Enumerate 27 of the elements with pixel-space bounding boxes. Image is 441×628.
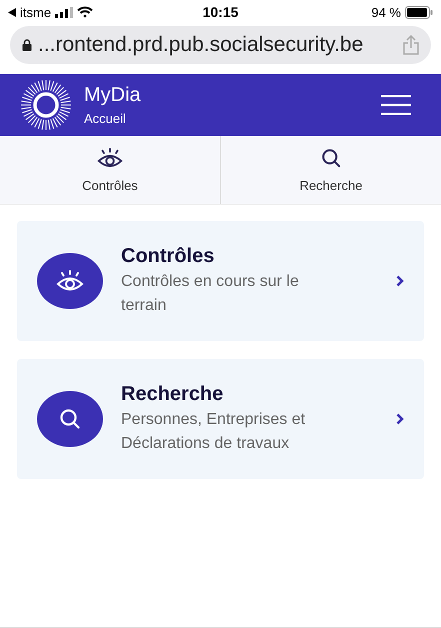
battery-icon: [405, 6, 433, 18]
app-title: MyDia: [84, 84, 142, 107]
sun-logo: [20, 79, 72, 131]
lock-icon: [22, 39, 32, 51]
menu-card[interactable]: Contrôles Contrôles en cours sur le terrain: [17, 221, 424, 341]
battery-percentage: 94 %: [371, 4, 401, 20]
back-arrow-icon[interactable]: [8, 8, 16, 16]
nav-tab[interactable]: Contrôles: [0, 136, 220, 204]
card-title: Contrôles: [121, 244, 216, 268]
signal-icon: [55, 6, 74, 18]
page-subtitle: Accueil: [84, 111, 127, 126]
chevron-right-icon: [396, 275, 404, 287]
clock-time: 10:15: [202, 4, 238, 20]
card-description: Contrôles en cours sur le terrain: [121, 272, 300, 316]
chevron-right-icon: [396, 413, 404, 425]
carrier-name: itsme: [20, 4, 52, 20]
wifi-icon: [77, 6, 94, 18]
address-bar[interactable]: ...rontend.prd.pub.socialsecurity.be: [10, 26, 431, 64]
url-text: ...rontend.prd.pub.socialsecurity.be: [38, 33, 364, 57]
eye-icon: [55, 269, 85, 293]
search-icon: [58, 407, 82, 431]
card-title: Recherche: [121, 382, 224, 406]
menu-card[interactable]: Recherche Personnes, Entreprises et Déclarations de travaux: [17, 359, 424, 479]
eye-icon: [96, 146, 124, 170]
nav-tab[interactable]: Recherche: [220, 136, 441, 204]
search-icon: [320, 146, 342, 170]
card-description: Personnes, Entreprises et Déclarations de travaux: [121, 410, 306, 454]
